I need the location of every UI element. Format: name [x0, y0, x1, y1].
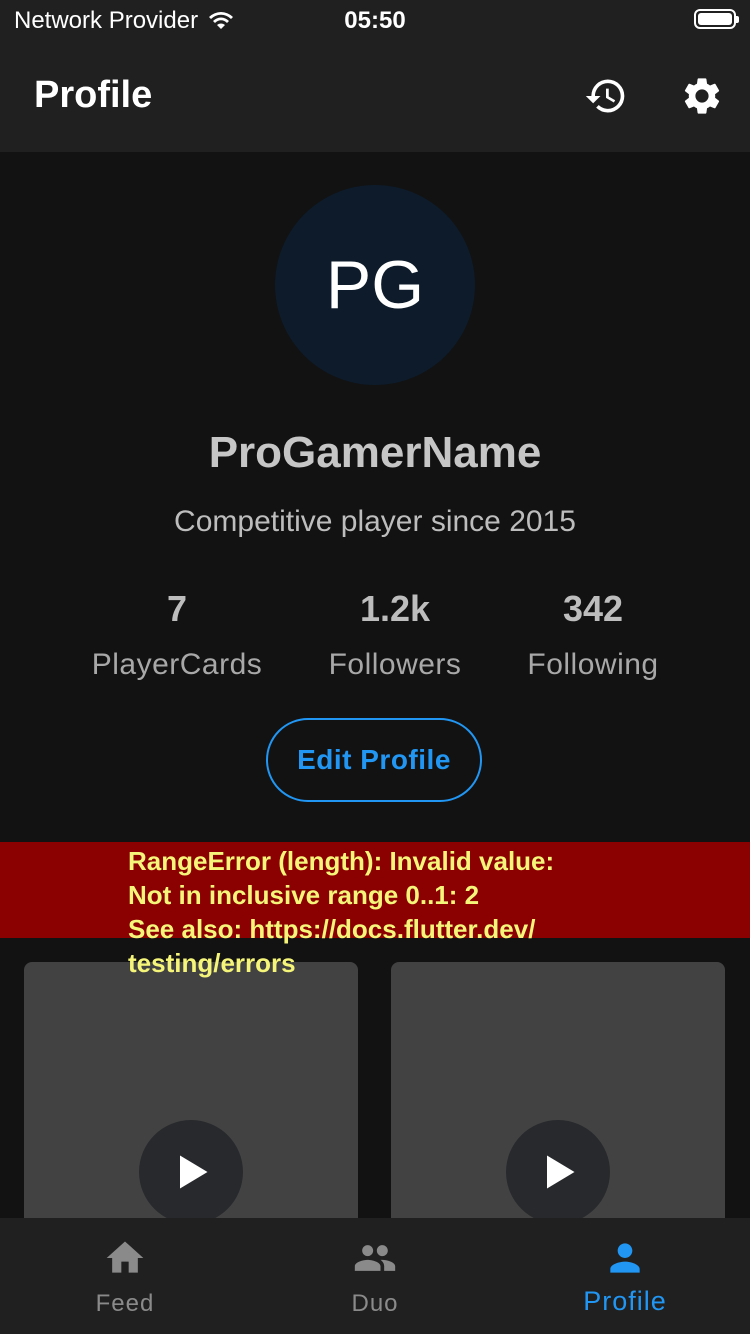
edit-profile-button[interactable]: Edit Profile	[266, 718, 482, 802]
nav-item-feed[interactable]: Feed	[0, 1218, 250, 1334]
nav-label: Profile	[583, 1286, 667, 1316]
nav-item-duo[interactable]: Duo	[250, 1218, 500, 1334]
home-icon	[106, 1241, 144, 1273]
play-icon	[180, 1155, 208, 1189]
person-icon	[610, 1243, 640, 1273]
player-card[interactable]	[391, 962, 725, 1232]
settings-button[interactable]	[680, 74, 724, 118]
page-title: Profile	[34, 74, 153, 116]
play-button[interactable]	[139, 1120, 243, 1224]
settings-icon	[684, 78, 720, 114]
battery-icon	[694, 9, 739, 29]
play-button[interactable]	[506, 1120, 610, 1224]
player-card[interactable]	[24, 962, 358, 1232]
stat-followers[interactable]: 1.2k Followers	[295, 588, 495, 682]
stat-value: 342	[562, 588, 624, 629]
people-icon	[354, 1245, 396, 1271]
bio: Competitive player since 2015	[174, 505, 576, 538]
stat-label: PlayerCards	[91, 648, 263, 681]
stat-value: 1.2k	[359, 588, 431, 629]
app-bar: Profile	[0, 40, 750, 152]
username: ProGamerName	[208, 428, 542, 477]
bottom-nav: Feed Duo Profile	[0, 1218, 750, 1334]
nav-item-profile[interactable]: Profile	[500, 1218, 750, 1334]
stat-playercards: 7 PlayerCards	[77, 588, 277, 682]
stat-label: Followers	[328, 648, 462, 681]
history-button[interactable]	[584, 74, 628, 118]
stat-label: Following	[527, 648, 659, 681]
status-time: 05:50	[344, 7, 406, 34]
stat-value: 7	[166, 588, 188, 629]
history-icon	[585, 79, 625, 113]
nav-label: Duo	[351, 1290, 399, 1317]
play-icon	[547, 1155, 575, 1189]
avatar: PG	[275, 185, 475, 385]
nav-label: Feed	[95, 1290, 155, 1317]
stat-following[interactable]: 342 Following	[493, 588, 693, 682]
error-message: RangeError (length): Invalid value: Not …	[128, 846, 555, 978]
status-bar: Network Provider 05:50	[0, 0, 750, 40]
